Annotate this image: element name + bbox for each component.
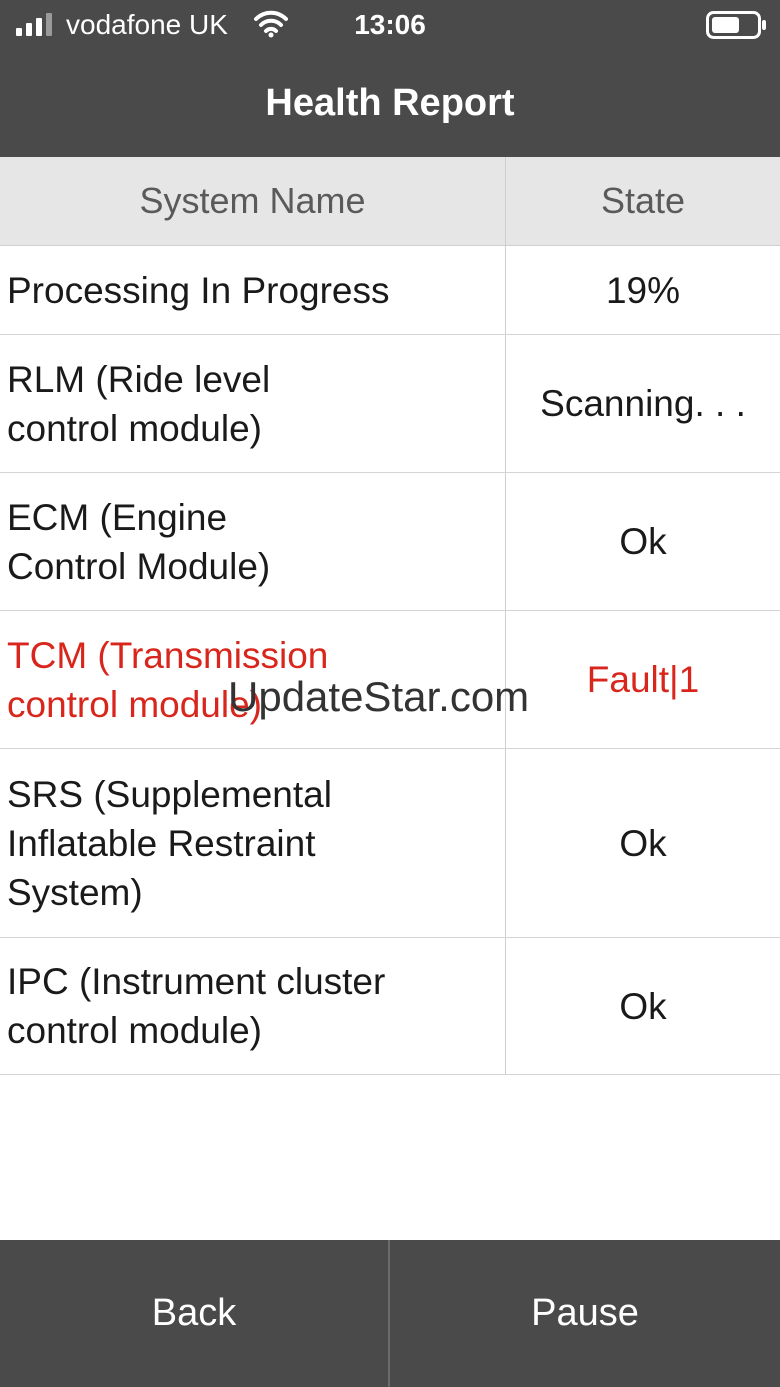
system-state: 19% [605, 269, 681, 311]
system-state: Ok [619, 985, 667, 1027]
table-row[interactable]: RLM (Ride level control module) Scanning… [0, 335, 780, 473]
system-state: Scanning. . . [540, 383, 746, 424]
column-header-state: State [600, 180, 686, 221]
system-name: TCM (Transmission control module) [7, 634, 329, 725]
fault-state: Fault|1 [586, 659, 700, 700]
system-name-cell: ECM (Engine Control Module) [0, 473, 506, 610]
page-title: Health Report [265, 82, 515, 124]
system-name: IPC (Instrument cluster control module) [7, 961, 386, 1051]
table-row: Processing In Progress 19% [0, 246, 780, 335]
state-cell: Scanning. . . [506, 335, 780, 472]
state-cell: Ok [506, 473, 780, 610]
battery-icon [706, 11, 766, 39]
state-cell: Fault|1 [506, 611, 780, 748]
bottom-toolbar: Back Pause [0, 1240, 780, 1387]
system-name: RLM (Ride level control module) [7, 358, 271, 449]
back-button[interactable]: Back [0, 1240, 390, 1387]
health-report-table: System Name State Processing In Progress… [0, 157, 780, 1075]
column-header-system-name: System Name [0, 157, 506, 245]
pause-button[interactable]: Pause [390, 1240, 780, 1387]
system-name-cell: IPC (Instrument cluster control module) [0, 938, 506, 1074]
system-name: Processing In Progress [7, 269, 390, 311]
state-cell: 19% [506, 246, 780, 334]
system-name-cell: SRS (Supplemental Inflatable Restraint S… [0, 749, 506, 937]
table-row[interactable]: IPC (Instrument cluster control module) … [0, 938, 780, 1075]
state-cell: Ok [506, 749, 780, 937]
app-screen: vodafone UK 13:06 Health Report System N… [0, 0, 780, 1387]
status-time: 13:06 [354, 9, 426, 40]
table-row[interactable]: SRS (Supplemental Inflatable Restraint S… [0, 749, 780, 938]
system-name-cell: Processing In Progress [0, 246, 506, 334]
system-name: SRS (Supplemental Inflatable Restraint S… [7, 773, 332, 913]
header-bar: vodafone UK 13:06 Health Report [0, 0, 780, 157]
carrier-name: vodafone UK [66, 9, 228, 40]
system-state: Ok [619, 822, 667, 864]
system-name-cell: RLM (Ride level control module) [0, 335, 506, 472]
state-cell: Ok [506, 938, 780, 1074]
status-bar: vodafone UK 13:06 [0, 0, 780, 52]
system-name-cell: TCM (Transmission control module) [0, 611, 506, 748]
table-row-fault[interactable]: TCM (Transmission control module) Fault|… [0, 611, 780, 749]
system-state: Ok [619, 521, 667, 562]
signal-icon [16, 13, 52, 36]
wifi-icon [254, 10, 288, 38]
table-row[interactable]: ECM (Engine Control Module) Ok [0, 473, 780, 611]
system-name: ECM (Engine Control Module) [7, 496, 271, 587]
table-header: System Name State [0, 157, 780, 246]
